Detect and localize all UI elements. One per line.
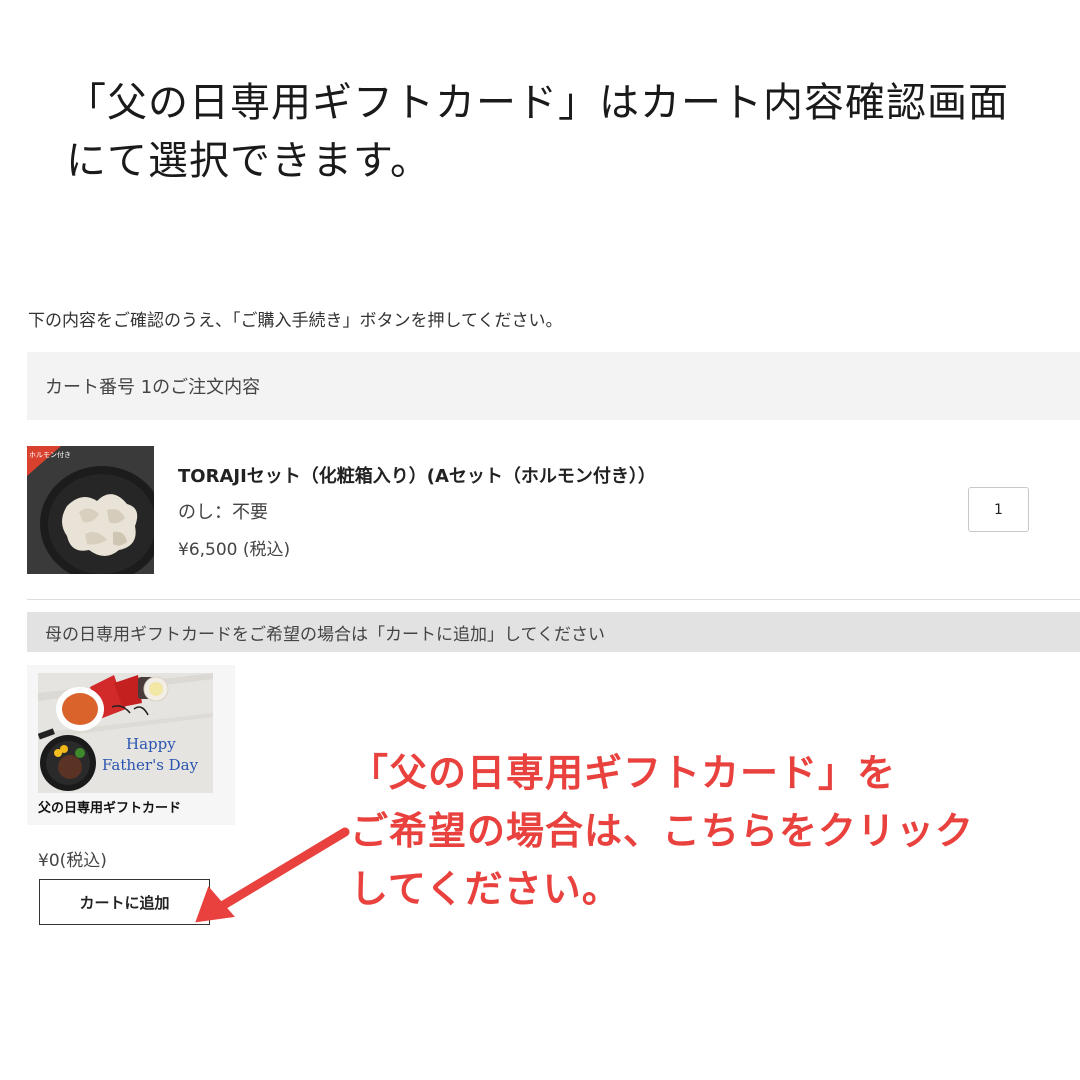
callout-text: 「父の日専用ギフトカード」を ご希望の場合は、こちらをクリック してください。 [350, 744, 1050, 918]
divider [27, 599, 1080, 600]
gift-card-image: Happy Father's Day [38, 673, 213, 793]
product-price: ¥6,500 (税込) [178, 540, 291, 560]
product-photo: ホルモン付き [27, 446, 154, 574]
callout-line-2: ご希望の場合は、こちらをクリック [350, 808, 975, 853]
cart-instruction: 下の内容をご確認のうえ、「ご購入手続き」ボタンを押してください。 [28, 311, 563, 331]
callout-line-1: 「父の日専用ギフトカード」を [350, 750, 897, 795]
cart-header-label: カート番号 1のご注文内容 [45, 377, 261, 398]
add-to-cart-button[interactable]: カートに追加 [39, 879, 210, 925]
headline-line-1: 「父の日専用ギフトカード」はカート内容確認画面 [66, 80, 1009, 126]
card-image-text-happy: Happy [126, 735, 176, 753]
product-thumbnail: ホルモン付き [27, 446, 154, 574]
product-name: TORAJIセット（化粧箱入り）(Aセット（ホルモン付き）） [178, 466, 656, 487]
arrow-icon [195, 827, 350, 923]
product-noshi: のし：不要 [178, 502, 268, 523]
callout-line-3: してください。 [350, 866, 621, 911]
headline-line-2: にて選択できます。 [66, 138, 431, 184]
gift-card-price: ¥0(税込) [38, 851, 107, 871]
gift-card-photo: Happy Father's Day [38, 673, 213, 793]
gift-card-label: 父の日専用ギフトカード [38, 801, 182, 816]
headline: 「父の日専用ギフトカード」はカート内容確認画面 にて選択できます。 [66, 74, 1026, 190]
thumb-tag-text: ホルモン付き [29, 450, 71, 459]
card-image-text-fathers-day: Father's Day [102, 756, 199, 774]
gift-card-banner-text: 母の日専用ギフトカードをご希望の場合は「カートに追加」してください [45, 624, 605, 645]
cart-header: カート番号 1のご注文内容 [27, 352, 1080, 420]
gift-card-banner: 母の日専用ギフトカードをご希望の場合は「カートに追加」してください [27, 612, 1080, 652]
quantity-input[interactable]: 1 [968, 487, 1029, 532]
